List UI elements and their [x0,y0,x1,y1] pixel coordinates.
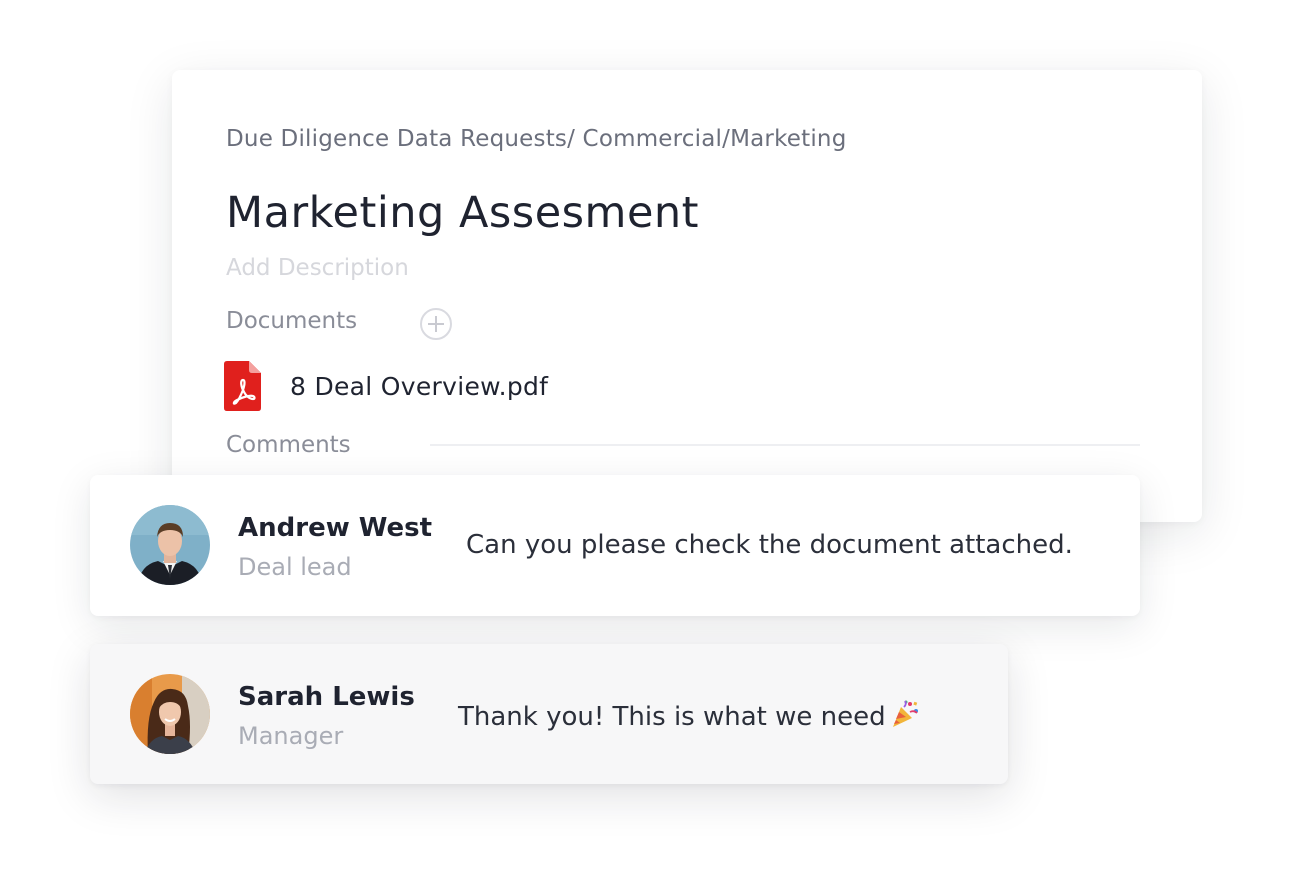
document-item[interactable]: 8 Deal Overview.pdf [224,360,548,412]
avatar[interactable] [130,674,210,754]
comment-message-text: Thank you! This is what we need [458,702,886,732]
comment-item: Sarah Lewis Manager Thank you! This is w… [90,644,1008,784]
documents-label: Documents [226,308,358,334]
add-document-button[interactable] [420,308,452,340]
comments-label: Comments [226,432,351,458]
task-detail-card: Due Diligence Data Requests/ Commercial/… [172,70,1202,522]
task-title[interactable]: Marketing Assesment [226,188,699,238]
comment-message: Thank you! This is what we need [458,699,920,732]
comment-item: Andrew West Deal lead Can you please che… [90,475,1140,616]
document-name[interactable]: 8 Deal Overview.pdf [290,372,548,401]
description-field[interactable]: Add Description [226,255,409,281]
comments-divider [430,444,1140,446]
party-popper-icon [892,700,918,727]
comment-author: Sarah Lewis [238,682,415,712]
avatar[interactable] [130,505,210,585]
comment-author: Andrew West [238,513,433,543]
pdf-icon [224,361,261,411]
breadcrumb[interactable]: Due Diligence Data Requests/ Commercial/… [226,126,847,152]
comment-role: Deal lead [238,553,352,581]
comment-role: Manager [238,722,344,750]
comment-message: Can you please check the document attach… [466,530,1073,560]
